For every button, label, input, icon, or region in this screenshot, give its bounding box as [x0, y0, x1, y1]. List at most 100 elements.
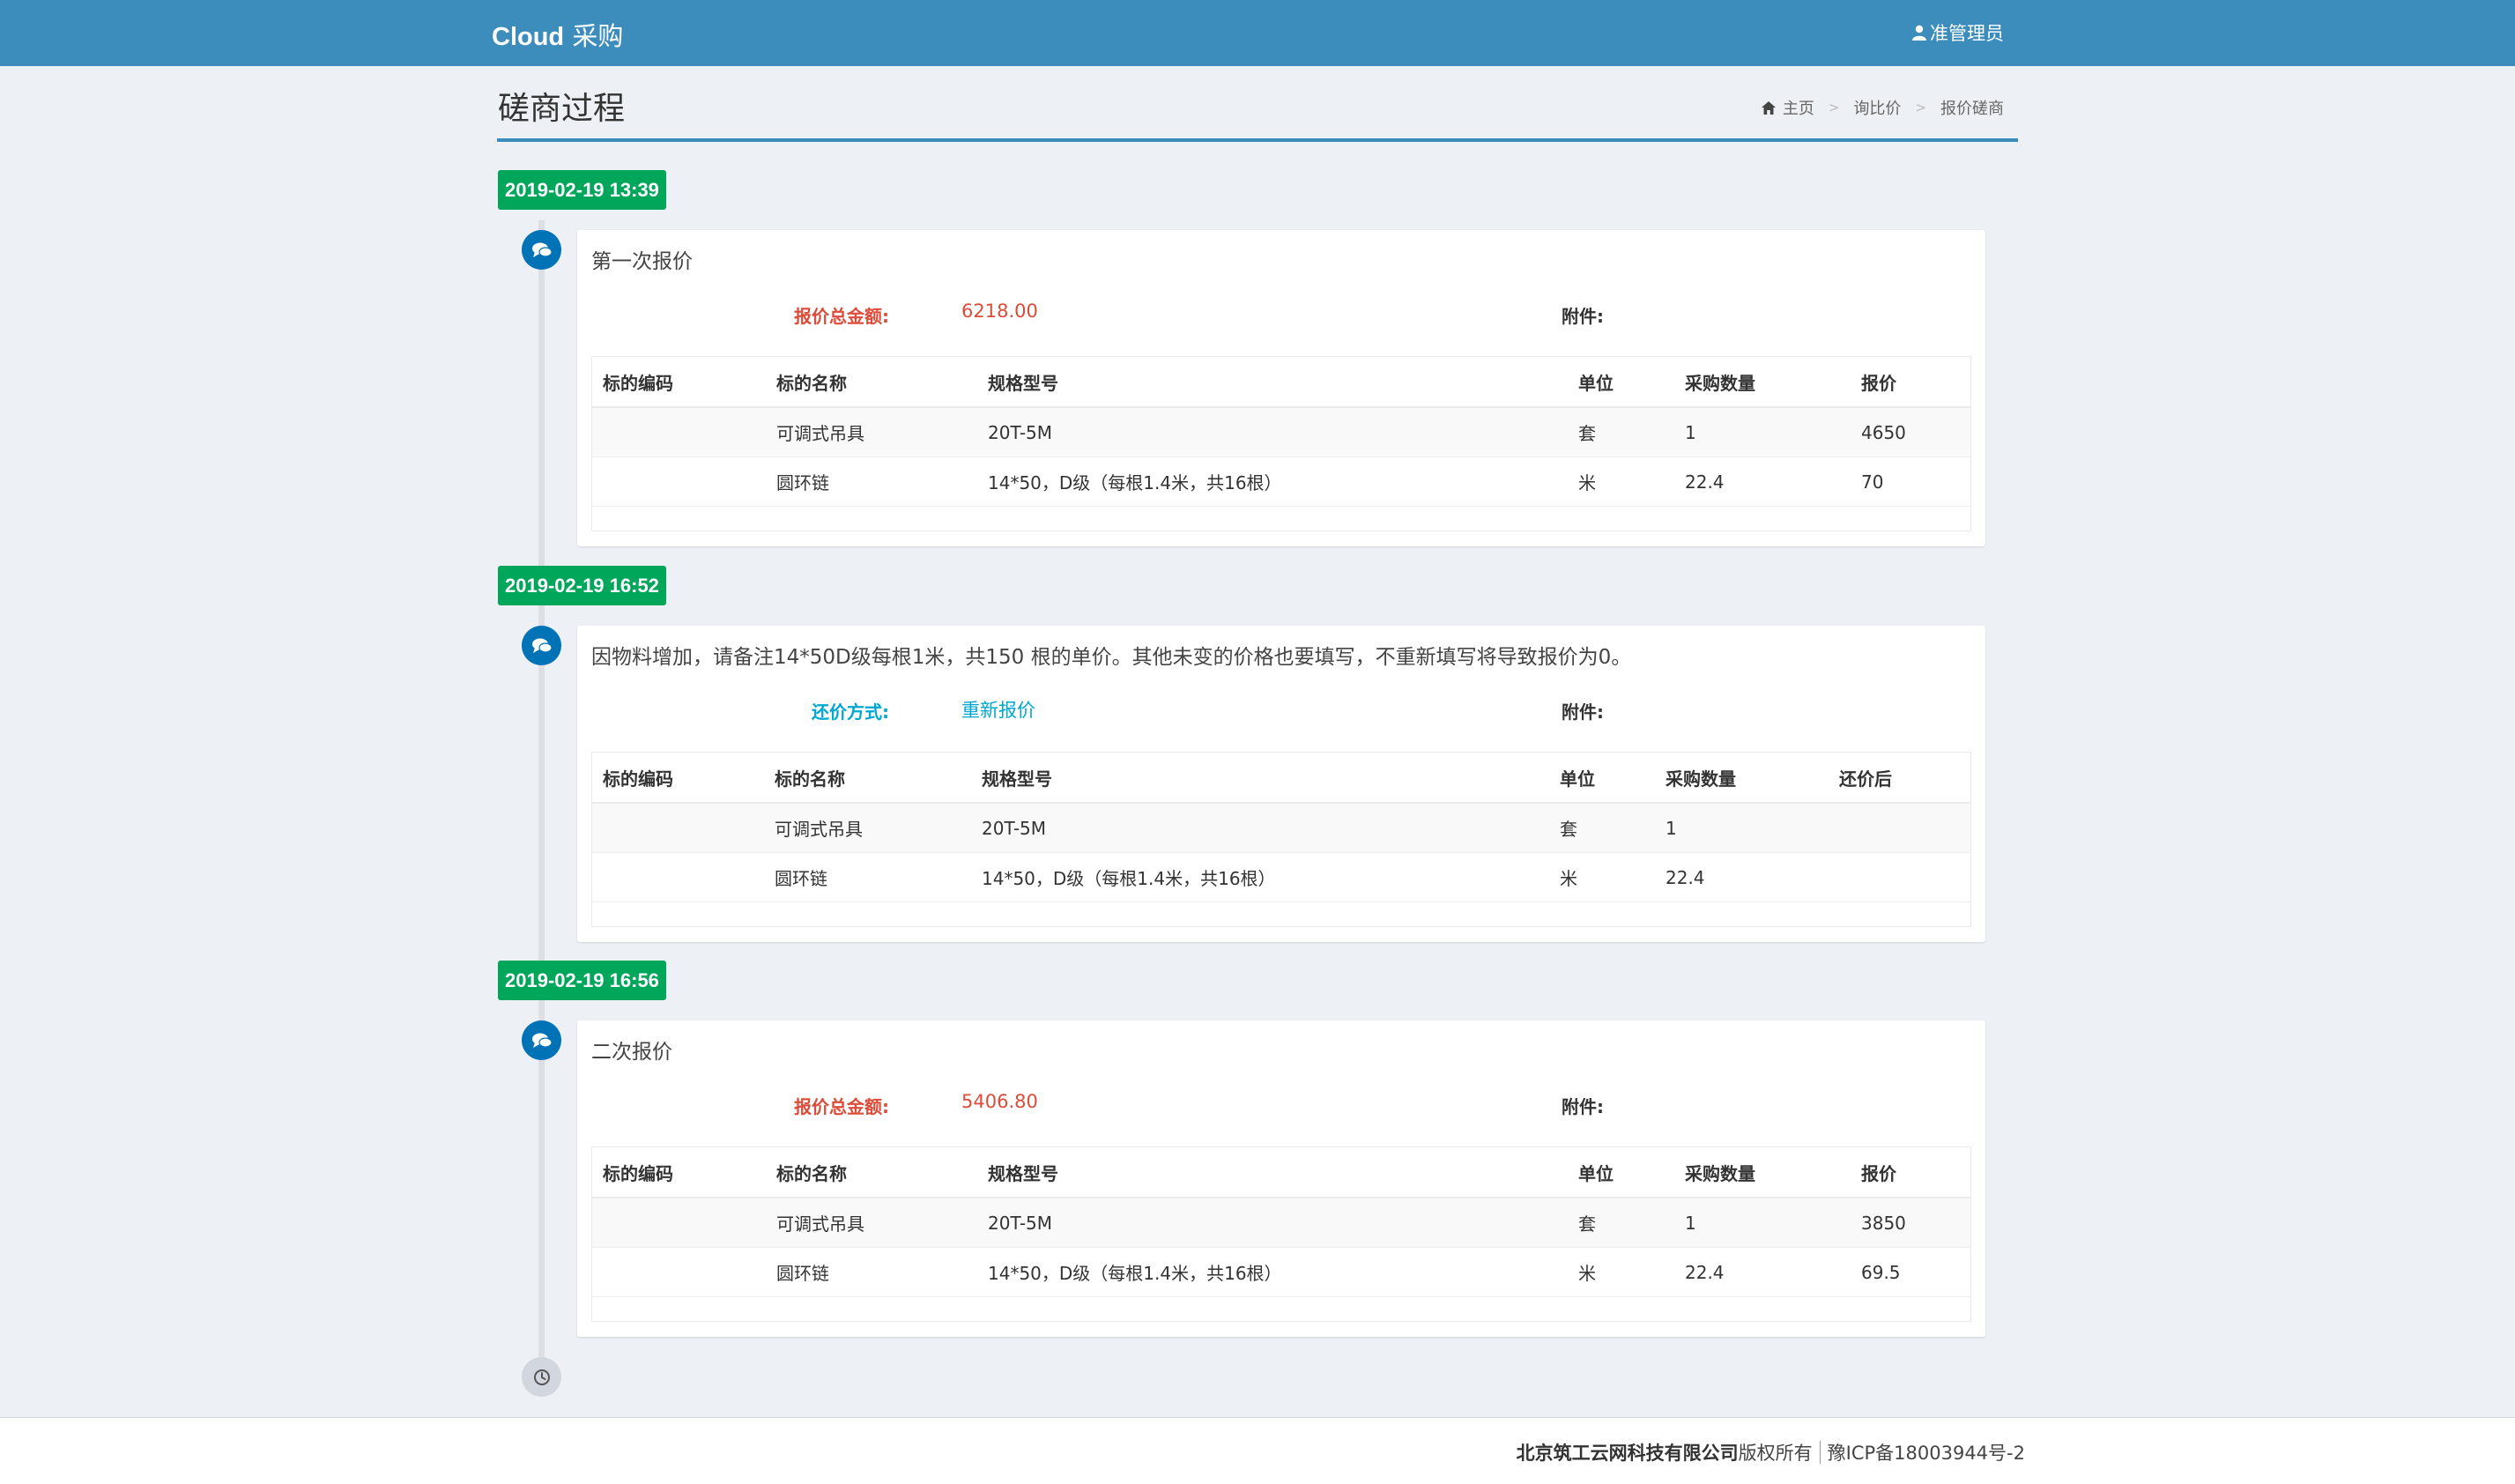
footer: 北京筑工云网科技有限公司 版权所有 豫ICP备18003944号-2	[0, 1417, 2515, 1484]
table-cell: 1	[1655, 803, 1829, 853]
breadcrumb-current: 报价磋商	[1940, 100, 2004, 118]
comments-icon	[522, 626, 561, 665]
timeline-item-card: 第一次报价 报价总金额: 6218.00 附件: 标的编码 标的名称 规格型号 …	[577, 230, 1985, 546]
column-header: 单位	[1568, 357, 1674, 408]
breadcrumb-separator: >	[1915, 100, 1926, 115]
footer-rights: 版权所有	[1738, 1443, 1813, 1464]
comments-icon	[522, 230, 561, 270]
column-header: 采购数量	[1655, 753, 1829, 804]
column-header: 单位	[1549, 753, 1655, 804]
table-row: 可调式吊具 20T-5M 套 1 3850	[592, 1198, 1970, 1248]
table-row: 圆环链 14*50，D级（每根1.4米，共16根） 米 22.4	[592, 852, 1970, 902]
table-cell: 1	[1674, 1198, 1851, 1248]
footer-divider	[1819, 1441, 1821, 1464]
home-icon	[1761, 100, 1776, 115]
total-amount-value: 5406.80	[961, 1091, 1038, 1112]
column-header: 报价	[1851, 357, 1970, 408]
column-header: 标的名称	[764, 753, 971, 804]
table-cell: 22.4	[1674, 456, 1851, 507]
timeline-message: 因物料增加，请备注14*50D级每根1米，共150 根的单价。其他未变的价格也要…	[591, 646, 1632, 669]
breadcrumb-separator: >	[1828, 100, 1840, 115]
table-row: 圆环链 14*50，D级（每根1.4米，共16根） 米 22.4 70	[592, 456, 1970, 507]
column-header: 标的编码	[592, 1147, 766, 1198]
table-cell	[592, 456, 766, 507]
table-cell: 套	[1568, 1198, 1674, 1248]
brand-suffix: 采购	[564, 21, 624, 51]
table-cell: 米	[1568, 456, 1674, 507]
table-cell	[592, 1198, 766, 1248]
table-cell: 20T-5M	[977, 407, 1568, 457]
counter-offer-table-container: 标的编码 标的名称 规格型号 单位 采购数量 还价后 可调式吊具 20T-5M …	[591, 752, 1971, 927]
total-amount-value: 6218.00	[961, 301, 1038, 322]
brand-logo[interactable]: Cloud 采购	[492, 16, 623, 53]
column-header: 标的名称	[766, 357, 977, 408]
table-cell	[592, 852, 764, 902]
breadcrumb: 主页 > 询比价 > 报价磋商	[1761, 96, 2004, 119]
table-header-row: 标的编码 标的名称 规格型号 单位 采购数量 还价后	[592, 753, 1970, 804]
page-title: 磋商过程	[498, 91, 626, 127]
quote-table-container: 标的编码 标的名称 规格型号 单位 采购数量 报价 可调式吊具 20T-5M 套…	[591, 1146, 1971, 1322]
table-cell	[592, 407, 766, 457]
quote-table: 标的编码 标的名称 规格型号 单位 采购数量 报价 可调式吊具 20T-5M 套…	[592, 357, 1970, 507]
column-header: 还价后	[1829, 753, 1970, 804]
table-cell: 套	[1568, 407, 1674, 457]
table-cell: 1	[1674, 407, 1851, 457]
counter-offer-method-label: 还价方式:	[812, 701, 889, 723]
total-amount-label: 报价总金额:	[794, 306, 889, 327]
column-header: 采购数量	[1674, 357, 1851, 408]
quote-table: 标的编码 标的名称 规格型号 单位 采购数量 报价 可调式吊具 20T-5M 套…	[592, 1147, 1970, 1297]
table-cell: 可调式吊具	[766, 407, 977, 457]
column-header: 规格型号	[977, 357, 1568, 408]
table-cell: 4650	[1851, 407, 1970, 457]
table-cell: 圆环链	[766, 1247, 977, 1297]
column-header: 规格型号	[977, 1147, 1568, 1198]
timeline-message: 二次报价	[591, 1041, 672, 1064]
total-amount-label: 报价总金额:	[794, 1096, 889, 1117]
table-cell: 套	[1549, 803, 1655, 853]
table-cell: 3850	[1851, 1198, 1970, 1248]
table-cell	[592, 1247, 766, 1297]
table-cell	[592, 803, 764, 853]
table-cell: 14*50，D级（每根1.4米，共16根）	[977, 1247, 1568, 1297]
table-cell	[1829, 803, 1970, 853]
table-cell	[1829, 852, 1970, 902]
column-header: 采购数量	[1674, 1147, 1851, 1198]
brand-name: Cloud	[492, 23, 565, 51]
timeline-item-card: 因物料增加，请备注14*50D级每根1米，共150 根的单价。其他未变的价格也要…	[577, 626, 1985, 942]
table-row: 可调式吊具 20T-5M 套 1 4650	[592, 407, 1970, 457]
comments-icon	[522, 1020, 561, 1060]
table-cell: 69.5	[1851, 1247, 1970, 1297]
user-name: 准管理员	[1930, 23, 2004, 44]
attachment-label: 附件:	[1562, 306, 1604, 327]
counter-offer-method-value: 重新报价	[961, 700, 1035, 721]
table-cell: 20T-5M	[971, 803, 1549, 853]
title-underline	[497, 138, 2018, 142]
table-cell: 22.4	[1674, 1247, 1851, 1297]
table-row: 圆环链 14*50，D级（每根1.4米，共16根） 米 22.4 69.5	[592, 1247, 1970, 1297]
table-cell: 70	[1851, 456, 1970, 507]
table-cell: 14*50，D级（每根1.4米，共16根）	[977, 456, 1568, 507]
column-header: 报价	[1851, 1147, 1970, 1198]
table-cell: 可调式吊具	[764, 803, 971, 853]
timeline-line	[538, 220, 545, 1375]
footer-icp-link[interactable]: 豫ICP备18003944号-2	[1828, 1439, 2025, 1465]
top-navbar: Cloud 采购 准管理员	[0, 0, 2515, 66]
table-cell: 米	[1549, 852, 1655, 902]
column-header: 标的名称	[766, 1147, 977, 1198]
table-cell: 圆环链	[766, 456, 977, 507]
table-cell: 22.4	[1655, 852, 1829, 902]
table-header-row: 标的编码 标的名称 规格型号 单位 采购数量 报价	[592, 357, 1970, 408]
timeline-time-badge: 2019-02-19 16:52	[498, 566, 666, 605]
breadcrumb-home[interactable]: 主页	[1783, 96, 1814, 119]
table-header-row: 标的编码 标的名称 规格型号 单位 采购数量 报价	[592, 1147, 1970, 1198]
table-cell: 米	[1568, 1247, 1674, 1297]
column-header: 标的编码	[592, 753, 764, 804]
table-cell: 14*50，D级（每根1.4米，共16根）	[971, 852, 1549, 902]
table-cell: 圆环链	[764, 852, 971, 902]
user-menu[interactable]: 准管理员	[1912, 19, 2004, 46]
attachment-label: 附件:	[1562, 701, 1604, 723]
timeline-time-badge: 2019-02-19 13:39	[498, 170, 666, 210]
user-icon	[1912, 25, 1926, 41]
table-row: 可调式吊具 20T-5M 套 1	[592, 803, 1970, 853]
breadcrumb-inquiry[interactable]: 询比价	[1853, 96, 1901, 119]
